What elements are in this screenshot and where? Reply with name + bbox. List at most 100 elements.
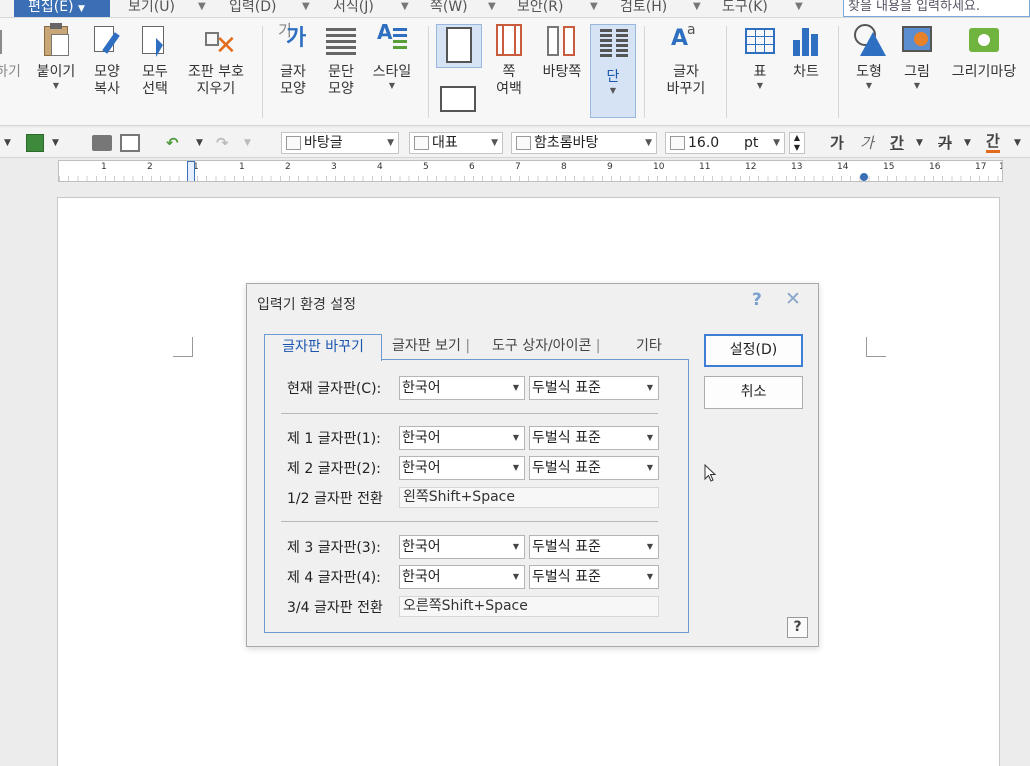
chevron-down-icon[interactable]: ▼ [244, 133, 251, 153]
language-select[interactable]: 대표 ▼ [409, 132, 503, 154]
chevron-down-icon[interactable]: ▼ [52, 133, 59, 153]
page-corner-mark [173, 337, 193, 357]
chevron-down-icon[interactable]: ▼ [795, 0, 803, 14]
keyboard2-layout-select[interactable]: 두벌식 표준 ▼ [529, 456, 659, 480]
draw-gallery-button[interactable]: 그리기마당 [944, 22, 1024, 81]
chevron-down-icon[interactable]: ▼ [198, 0, 206, 14]
ruler-number: 1 [239, 162, 245, 172]
chart-button[interactable]: 차트 [784, 22, 828, 81]
landscape-page-icon [440, 86, 476, 112]
paste-button[interactable]: 붙이기 ▼ [32, 22, 80, 91]
save-icon[interactable] [26, 134, 44, 152]
keyboard4-lang-select[interactable]: 한국어 ▼ [399, 565, 525, 589]
chevron-down-icon[interactable]: ▼ [196, 133, 203, 153]
menu-edit[interactable]: 편집(E) ▼ [14, 0, 110, 17]
undo-icon[interactable]: ↶ [166, 133, 179, 153]
font-size-stepper[interactable]: ▲ ▼ [789, 132, 805, 154]
chevron-down-icon[interactable]: ▼ [401, 0, 409, 14]
tab-etc[interactable]: 기타 [636, 334, 662, 360]
menu-tools[interactable]: 도구(K) [722, 0, 768, 17]
menu-edit-label: 편집(E) [28, 0, 74, 15]
switch12-hotkey-field[interactable]: 왼쪽Shift+Space [399, 487, 659, 508]
chevron-down-icon[interactable]: ▼ [302, 0, 310, 14]
switch34-hotkey-field[interactable]: 오른쪽Shift+Space [399, 596, 659, 617]
current-lang-select[interactable]: 한국어 ▼ [399, 376, 525, 400]
page-orientation-button[interactable] [436, 24, 482, 68]
ruler-number: 7 [515, 162, 521, 172]
strikethrough-button[interactable]: 가 [938, 133, 952, 153]
horizontal-ruler[interactable]: 121123456789101112131415161718 [58, 160, 1003, 182]
font-select[interactable]: 함초롬바탕 ▼ [511, 132, 657, 154]
ime-settings-dialog: 입력기 환경 설정 ? ✕ 글자판 바꾸기 글자판 보기 | 도구 상자/아이콘… [246, 283, 819, 647]
font-color-button[interactable]: 간 [986, 133, 1000, 153]
keyboard2-lang-select[interactable]: 한국어 ▼ [399, 456, 525, 480]
chevron-down-icon[interactable]: ▼ [964, 133, 971, 153]
columns-button[interactable]: 단 ▼ [590, 24, 636, 118]
menu-page[interactable]: 쪽(W) [430, 0, 468, 17]
chevron-down-icon: ▼ [609, 86, 617, 95]
tab-view-keyboard[interactable]: 글자판 보기 | [392, 334, 470, 360]
italic-button[interactable]: 가 [860, 133, 874, 153]
cut-button[interactable]: 하기 [0, 22, 22, 81]
landscape-button[interactable] [438, 78, 482, 118]
ruler-number: 16 [929, 162, 941, 172]
chevron-down-icon[interactable]: ▼ [916, 133, 923, 153]
keyboard3-lang-select[interactable]: 한국어 ▼ [399, 535, 525, 559]
keyboard1-layout-select[interactable]: 두벌식 표준 ▼ [529, 426, 659, 450]
menu-format[interactable]: 서식(J) [333, 0, 374, 17]
chevron-down-icon[interactable]: ▼ [488, 0, 496, 14]
keyboard3-layout-select[interactable]: 두벌식 표준 ▼ [529, 535, 659, 559]
menu-view[interactable]: 보기(U) [128, 0, 175, 17]
style-select[interactable]: 바탕글 ▼ [281, 132, 399, 154]
tab-panel: 현재 글자판(C): 한국어 ▼ 두벌식 표준 ▼ 제 1 글자판(1): 한국어 ▼… [264, 359, 689, 633]
keyboard3-layout-value: 두벌식 표준 [532, 539, 601, 555]
indent-marker[interactable] [187, 161, 195, 181]
keyboard1-lang-select[interactable]: 한국어 ▼ [399, 426, 525, 450]
chevron-down-icon[interactable]: ▼ [4, 133, 11, 153]
cancel-button[interactable]: 취소 [704, 376, 803, 409]
chevron-down-icon: ▼ [646, 433, 653, 442]
replace-char-button[interactable]: A a 글자 바꾸기 [656, 22, 716, 98]
redo-icon[interactable]: ↷ [216, 133, 229, 153]
keyboard1-layout-value: 두벌식 표준 [532, 430, 601, 446]
page-margin-button[interactable]: 쪽 여백 [486, 22, 532, 98]
close-icon[interactable]: ✕ [785, 288, 801, 310]
search-input[interactable]: 찾을 내용을 입력하세요. [843, 0, 1030, 17]
current-layout-select[interactable]: 두벌식 표준 ▼ [529, 376, 659, 400]
keyboard4-label: 제 4 글자판(4): [287, 570, 381, 586]
page-margin-label: 쪽 여백 [496, 64, 522, 97]
underline-button[interactable]: 간 [890, 133, 904, 153]
tab-toolbox-icon[interactable]: 도구 상자/아이콘 | [492, 334, 601, 360]
select-all-button[interactable]: 모두 선택 [132, 22, 178, 98]
portrait-page-icon [446, 27, 472, 63]
menu-review[interactable]: 검토(H) [620, 0, 667, 17]
help-icon[interactable]: ? [752, 290, 762, 310]
print-preview-icon[interactable] [120, 134, 140, 152]
ruler-number: 3 [331, 162, 337, 172]
question-help-button[interactable]: ? [787, 617, 808, 638]
chevron-down-icon[interactable]: ▼ [590, 0, 598, 14]
right-margin-marker[interactable] [860, 173, 868, 181]
tab-switch-keyboard[interactable]: 글자판 바꾸기 [264, 334, 382, 361]
ok-button[interactable]: 설정(D) [704, 334, 803, 367]
background-page-button[interactable]: 바탕쪽 [536, 22, 588, 81]
chevron-down-icon[interactable]: ▼ [1014, 133, 1021, 153]
table-button[interactable]: 표 ▼ [738, 22, 782, 91]
char-shape-button[interactable]: 가 가 글자 모양 [270, 22, 316, 98]
print-icon[interactable] [92, 135, 112, 151]
shape-button[interactable]: 도형 ▼ [846, 22, 892, 91]
menu-security[interactable]: 보안(R) [517, 0, 563, 17]
font-size-input[interactable]: 16.0 pt ▼ [665, 132, 785, 154]
chevron-down-icon[interactable]: ▼ [693, 0, 701, 14]
picture-button[interactable]: 그림 ▼ [894, 22, 940, 91]
ribbon-toolbar: 하기 붙이기 ▼ 모양 복사 모두 선택 ✕ 조판 부호 지우기 가 가 글자 … [0, 18, 1030, 126]
para-shape-icon [324, 22, 358, 58]
shape-icon [852, 22, 886, 58]
keyboard4-layout-select[interactable]: 두벌식 표준 ▼ [529, 565, 659, 589]
style-button[interactable]: A 스타일 ▼ [366, 22, 418, 91]
menu-insert[interactable]: 입력(D) [229, 0, 276, 17]
bold-button[interactable]: 가 [830, 133, 844, 153]
clear-marks-button[interactable]: ✕ 조판 부호 지우기 [180, 22, 252, 98]
para-shape-button[interactable]: 문단 모양 [318, 22, 364, 98]
format-copy-button[interactable]: 모양 복사 [84, 22, 130, 98]
